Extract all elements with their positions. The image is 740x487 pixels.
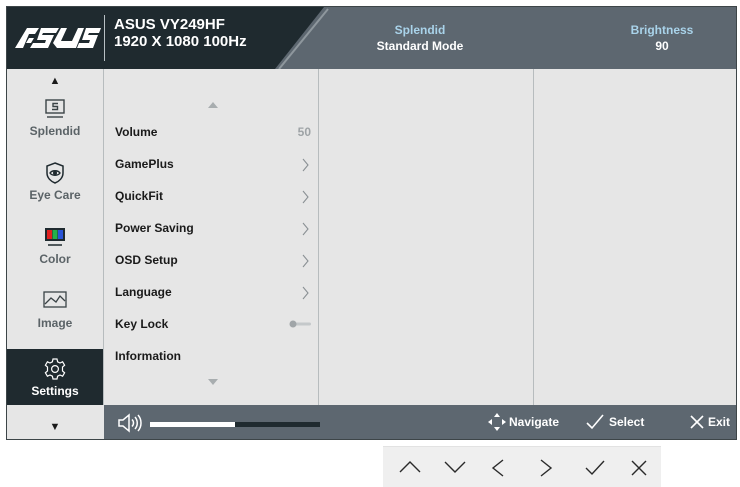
physical-keys	[383, 446, 661, 487]
sidebar-item-label: Settings	[31, 384, 79, 398]
menu-scroll-up-icon[interactable]	[208, 102, 218, 108]
eye-care-icon	[46, 162, 64, 184]
menu-item-label: Key Lock	[115, 317, 169, 331]
menu-item-power-saving[interactable]: Power Saving	[115, 215, 311, 241]
chevron-right-icon	[302, 286, 309, 300]
image-icon	[43, 291, 67, 308]
navigate-arrows-icon	[488, 413, 506, 431]
up-key-icon[interactable]	[397, 458, 423, 476]
menu-item-label: GamePlus	[115, 157, 174, 171]
menu-item-osd-setup[interactable]: OSD Setup	[115, 247, 311, 273]
header-slash-accent	[278, 8, 329, 69]
volume-value: 50	[297, 125, 311, 139]
menu-scroll-down-icon[interactable]	[208, 379, 218, 385]
sidebar-item-settings[interactable]: Settings	[7, 349, 103, 405]
volume-bar-fill	[150, 422, 235, 427]
settings-icon	[44, 358, 66, 380]
sidebar-item-label: Splendid	[29, 124, 81, 138]
volume-bar[interactable]	[150, 422, 320, 427]
menu-item-label: Information	[115, 349, 181, 363]
menu-item-label: Volume	[115, 125, 158, 139]
splendid-icon	[45, 99, 65, 118]
exit-hint: Exit	[688, 415, 730, 429]
settings-menu-pane: Volume 50 GamePlus QuickFit Power Saving…	[104, 69, 319, 405]
option-pane	[534, 69, 736, 405]
navigate-hint: Navigate	[487, 413, 560, 431]
splendid-status: Splendid Standard Mode	[351, 22, 489, 54]
sidebar: ▲ Splendid Eye Care Color Image Settings	[7, 69, 104, 405]
status-value: 90	[655, 39, 669, 53]
sidebar-item-label: Color	[39, 252, 71, 266]
footer-bar: Navigate Select Exit	[104, 405, 736, 439]
menu-item-label: Power Saving	[115, 221, 194, 235]
checkmark-icon	[586, 414, 604, 430]
right-key-icon[interactable]	[537, 458, 555, 478]
key-lock-toggle[interactable]	[289, 320, 311, 328]
sidebar-item-color[interactable]: Color	[7, 225, 103, 289]
chevron-right-icon	[302, 254, 309, 268]
close-icon	[690, 415, 704, 429]
color-icon	[45, 228, 65, 246]
brightness-status: Brightness 90	[617, 22, 707, 54]
sidebar-item-eye-care[interactable]: Eye Care	[7, 161, 103, 225]
sidebar-item-label: Eye Care	[29, 188, 81, 202]
select-label: Select	[609, 415, 645, 429]
status-label: Splendid	[394, 23, 446, 37]
menu-item-information[interactable]: Information	[115, 343, 311, 369]
menu-item-key-lock[interactable]: Key Lock	[115, 311, 311, 337]
menu-item-language[interactable]: Language	[115, 279, 311, 305]
speaker-volume-icon	[118, 413, 142, 433]
chevron-right-icon	[302, 158, 309, 172]
left-key-icon[interactable]	[489, 458, 507, 478]
menu-item-volume[interactable]: Volume 50	[115, 119, 311, 145]
confirm-key-icon[interactable]	[583, 458, 607, 478]
status-label: Brightness	[630, 23, 694, 37]
chevron-right-icon	[302, 190, 309, 204]
exit-label: Exit	[708, 415, 731, 429]
navigate-label: Navigate	[509, 415, 560, 429]
close-key-icon[interactable]	[629, 458, 649, 478]
scroll-up-arrow-icon[interactable]: ▲	[7, 75, 103, 87]
submenu-pane	[319, 69, 534, 405]
scroll-down-arrow-icon[interactable]: ▼	[7, 421, 103, 433]
down-key-icon[interactable]	[442, 458, 468, 476]
menu-item-quickfit[interactable]: QuickFit	[115, 183, 311, 209]
menu-item-label: QuickFit	[115, 189, 164, 203]
status-value: Standard Mode	[376, 39, 464, 53]
sidebar-item-splendid[interactable]: Splendid	[7, 97, 103, 161]
select-hint: Select	[585, 414, 645, 430]
header-bar: ASUS VY249HF 1920 X 1080 100Hz Splendid …	[7, 7, 736, 69]
chevron-right-icon	[302, 222, 309, 236]
sidebar-item-label: Image	[37, 316, 73, 330]
menu-item-label: Language	[115, 285, 172, 299]
menu-item-gameplus[interactable]: GamePlus	[115, 151, 311, 177]
menu-item-label: OSD Setup	[115, 253, 178, 267]
osd-menu: ASUS VY249HF 1920 X 1080 100Hz Splendid …	[6, 6, 737, 440]
sidebar-item-image[interactable]: Image	[7, 289, 103, 353]
